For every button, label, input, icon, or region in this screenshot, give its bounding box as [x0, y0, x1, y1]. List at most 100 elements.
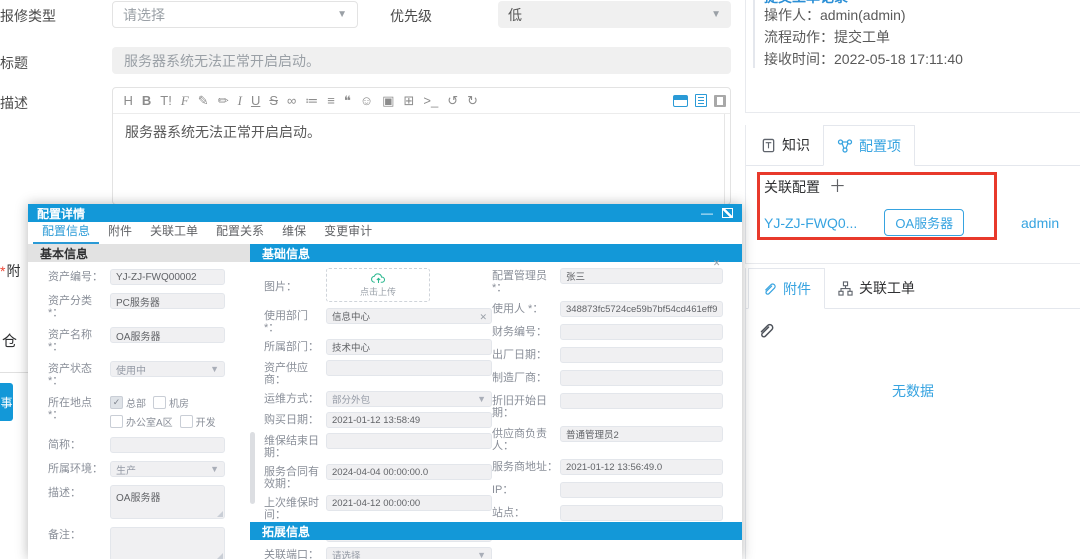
editor-toolbar-icon[interactable]: S	[265, 88, 283, 113]
source-code-icon[interactable]	[695, 94, 707, 107]
screen: 报修类型 请选择 ▼ 优先级 低 ▼ 标题 服务器系统无法正常开启启动。 描述 …	[0, 0, 1080, 559]
field-input[interactable]: 348873fc5724ce59b7bf54cd461eff9 ▼	[560, 301, 723, 317]
form-field: 财务编号： ▼ ✕	[492, 324, 723, 340]
checkbox[interactable]: ✓ 机房	[153, 395, 189, 410]
editor-toolbar-icon[interactable]: ≔	[301, 88, 323, 113]
field-input[interactable]: 普通管理员2 ▼	[560, 426, 723, 442]
tab-related-orders[interactable]: 关联工单	[825, 268, 928, 308]
field-input[interactable]: ▼	[560, 324, 723, 340]
knowledge-icon	[761, 138, 776, 153]
field-input[interactable]: 生产 ▼	[110, 461, 225, 477]
field-input[interactable]: ▼	[560, 505, 723, 521]
field-input[interactable]: ▼	[560, 370, 723, 386]
config-item-owner-link[interactable]: admin	[1021, 215, 1059, 231]
field-input[interactable]: 张三 ▼	[560, 268, 723, 284]
editor-toolbar-icon[interactable]: ❝	[339, 88, 355, 113]
editor-toolbar-icon[interactable]: ≡	[323, 88, 340, 113]
field-label: 站点：	[492, 505, 560, 519]
activity-rows: 操作人：admin(admin)流程动作：提交工单接收时间：2022-05-18…	[764, 4, 963, 70]
field-input[interactable]: 部分外包 ▼	[326, 391, 492, 407]
chevron-down-icon: ▼	[337, 9, 347, 20]
modal-tab[interactable]: 关联工单	[141, 219, 207, 244]
modal-tab[interactable]: 配置关系	[207, 219, 273, 244]
field-input[interactable]: 使用中 ▼	[110, 361, 225, 377]
editor-toolbar-icon[interactable]: ↺	[443, 88, 463, 113]
modal-tab[interactable]: 变更审计	[315, 219, 381, 244]
modal-scrollbar[interactable]	[250, 432, 255, 504]
editor-scrollbar[interactable]	[724, 114, 725, 204]
field-input[interactable]: ▼	[326, 360, 492, 376]
editor-toolbar-icon[interactable]: >_	[419, 88, 443, 113]
chevron-down-icon: ▼	[210, 464, 219, 474]
field-input[interactable]: YJ-ZJ-FWQ00002 ▼	[110, 269, 225, 285]
title-input[interactable]: 服务器系统无法正常开启启动。	[112, 47, 731, 74]
editor-toolbar-icon[interactable]: B	[137, 88, 155, 113]
priority-select[interactable]: 低 ▼	[498, 1, 731, 28]
editor-toolbar-icon[interactable]: ∞	[283, 88, 301, 113]
editor-toolbar-icon[interactable]: H	[119, 88, 137, 113]
editor-toolbar-icon[interactable]: ↻	[463, 88, 483, 113]
modal-tabbar: 配置信息 附件 关联工单 配置关系 维保 变更审计	[28, 222, 742, 245]
rich-text-editor[interactable]: H B T! F ✎ ✏ I U S ∞	[112, 87, 731, 205]
config-item-code-link[interactable]: YJ-ZJ-FWQ0...	[764, 215, 857, 231]
priority-label: 优先级	[390, 6, 432, 26]
upload-dropzone[interactable]: 点击上传	[326, 268, 430, 302]
field-input[interactable]: OA服务器 ▼	[110, 327, 225, 343]
fullscreen-icon[interactable]	[714, 95, 726, 107]
truncated-attach-label: *附	[0, 261, 20, 281]
editor-toolbar-icon[interactable]: ✎	[193, 88, 213, 113]
field-input[interactable]: 信息中心 ▼	[326, 308, 492, 324]
field-input[interactable]: ▼	[560, 393, 723, 409]
checkbox[interactable]: ✓ 总部	[110, 395, 146, 410]
minimize-icon[interactable]: —	[701, 208, 713, 218]
form-field: 资产名称 *： OA服务器 ▼	[48, 327, 250, 353]
field-input[interactable]: 2024-04-04 00:00:00.0 ▼	[326, 464, 492, 480]
editor-content[interactable]: 服务器系统无法正常开启启动。	[113, 114, 730, 150]
editor-toolbar-icon[interactable]: F	[176, 88, 193, 113]
checkbox[interactable]: ✓ 开发	[180, 414, 216, 429]
field-input[interactable]: 2021-04-12 00:00:00 ▼	[326, 495, 492, 511]
clear-icon[interactable]: ✕	[713, 258, 721, 269]
field-input[interactable]: 2021-01-12 13:58:49 ▼	[326, 412, 492, 428]
field-input[interactable]: 请选择 ▼	[326, 547, 492, 559]
sidebar-item-event[interactable]: 事	[0, 383, 13, 421]
editor-toolbar-icon[interactable]: I	[233, 88, 246, 113]
editor-toolbar-icon[interactable]: ▣	[378, 88, 399, 113]
modal-tab[interactable]: 配置信息	[33, 219, 99, 244]
modal-tab[interactable]: 维保	[273, 219, 315, 244]
editor-toolbar-icon[interactable]: T!	[156, 88, 177, 113]
tab-attachments[interactable]: 附件	[748, 268, 825, 309]
field-label: 资产编号：	[48, 269, 110, 283]
field-input[interactable]: PC服务器 ▼	[110, 293, 225, 309]
field-label: 描述：	[48, 485, 110, 499]
field-input[interactable]: ▼	[326, 433, 492, 449]
field-input[interactable]: 技术中心 ▼	[326, 339, 492, 355]
editor-toolbar-icon[interactable]: ⊞	[399, 88, 419, 113]
editor-toolbar-icon[interactable]: ☺	[355, 88, 377, 113]
field-label: 资产分类 *：	[48, 293, 110, 319]
modal-tab[interactable]: 附件	[99, 219, 141, 244]
editor-toolbar-icon[interactable]: U	[246, 88, 264, 113]
field-input[interactable]: ▼	[560, 347, 723, 363]
checkbox-box: ✓	[110, 415, 123, 428]
add-config-icon[interactable]: ＋	[829, 180, 846, 194]
repair-type-select[interactable]: 请选择 ▼	[112, 1, 358, 28]
description-label: 描述	[0, 93, 28, 113]
field-label: 上次维保时间：	[264, 495, 326, 521]
field-input[interactable]: ▼	[110, 527, 225, 559]
checkbox[interactable]: ✓ 办公室A区	[110, 414, 173, 429]
form-field: 资产状态 *： 使用中 ▼	[48, 361, 250, 387]
config-item-type-tag[interactable]: OA服务器	[884, 209, 964, 236]
field-input[interactable]: ▼	[110, 437, 225, 453]
panel-layout-icon[interactable]	[673, 95, 688, 107]
attachment-tabbar: 附件 关联工单	[746, 268, 1080, 309]
expand-icon[interactable]	[722, 208, 733, 218]
editor-toolbar-icon[interactable]: ✏	[213, 88, 233, 113]
activity-row: 操作人：admin(admin)	[764, 4, 963, 26]
field-input[interactable]: ▼	[560, 482, 723, 498]
tab-knowledge[interactable]: 知识	[748, 125, 823, 165]
field-input[interactable]: OA服务器 ▼	[110, 485, 225, 519]
clear-icon[interactable]: ✕	[479, 312, 487, 323]
tab-config-item[interactable]: 配置项	[823, 125, 915, 166]
field-input[interactable]: 2021-01-12 13:56:49.0 ▼	[560, 459, 723, 475]
